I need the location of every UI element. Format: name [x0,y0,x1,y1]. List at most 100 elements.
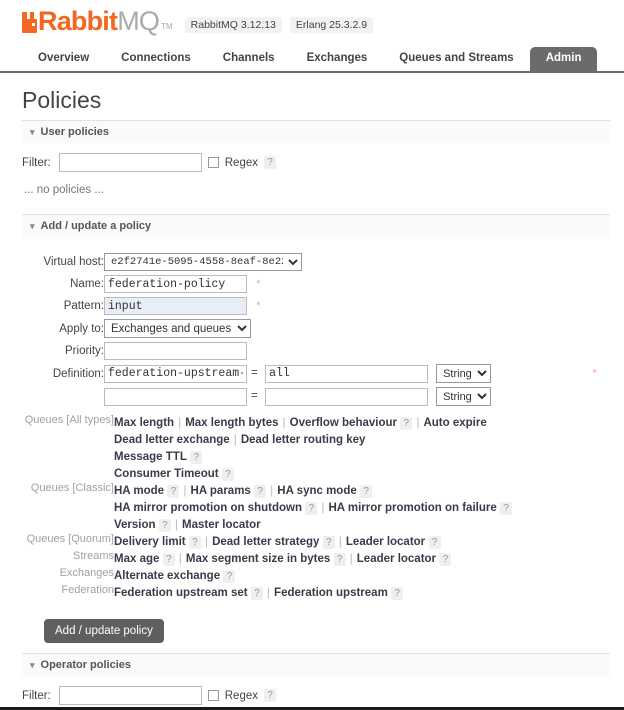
user-policies-filter-input[interactable] [58,153,202,172]
help-icon[interactable]: ? [167,485,180,498]
shortcut-link[interactable]: Max length [114,417,174,429]
help-icon[interactable]: ? [305,502,318,515]
form-row-vhost: Virtual host: e2f2741e-5095-4558-8eaf-8e… [22,251,597,273]
logo-text-secondary: MQ [117,6,160,36]
apply-to-select[interactable]: Exchanges and queues [104,319,251,338]
shortcut-separator: | [321,500,325,514]
help-icon[interactable]: ? [190,451,203,464]
logo-trademark: TM [161,22,173,31]
help-icon[interactable]: ? [439,553,452,566]
main-navigation: Overview Connections Channels Exchanges … [0,47,624,73]
shortcut-link[interactable]: HA mirror promotion on shutdown [114,502,302,514]
shortcut-group-row: Exchanges Alternate exchange ? [22,567,512,584]
help-icon[interactable]: ? [221,468,234,481]
help-icon[interactable]: ? [254,485,267,498]
shortcut-link[interactable]: Max segment size in bytes [186,553,330,565]
name-label: Name: [70,278,104,290]
help-icon[interactable]: ? [158,519,171,532]
required-marker: * [592,367,597,380]
shortcut-link[interactable]: HA params [191,485,251,497]
tab-exchanges[interactable]: Exchanges [291,47,384,71]
shortcut-group-links: Max length | Max length bytes | Overflow beh… [114,414,512,482]
shortcut-line: HA mirror promotion on shutdown ? | HA mir… [114,499,513,516]
shortcut-link[interactable]: Dead letter exchange [114,434,230,446]
chevron-down-icon: ▾ [30,659,35,670]
help-icon[interactable]: ? [188,536,201,549]
shortcut-link[interactable]: Dead letter strategy [212,536,319,548]
shortcut-link[interactable]: HA sync mode [277,485,356,497]
tab-connections[interactable]: Connections [105,47,207,71]
user-policies-empty-text: ... no policies ... [24,184,104,196]
logo-text-primary: Rabbit [38,6,118,36]
user-policies-regex-checkbox[interactable] [207,157,219,168]
shortcut-group-label: Federation [61,584,114,596]
shortcut-group-row: Streams Max age ? | Max segment size in byt… [22,550,512,567]
shortcut-line: Message TTL ? [114,448,512,465]
shortcut-link[interactable]: Alternate exchange [114,570,220,582]
definition-type-select-1[interactable]: String [436,364,492,383]
shortcut-link[interactable]: Max age [114,553,159,565]
virtual-host-select[interactable]: e2f2741e-5095-4558-8eaf-8e22926e5146 [104,253,302,271]
help-icon[interactable]: ? [322,536,335,549]
help-icon[interactable]: ? [223,570,236,583]
shortcut-link[interactable]: Message TTL [114,451,187,463]
shortcut-link[interactable]: Overflow behaviour [290,417,397,429]
tab-overview[interactable]: Overview [22,47,105,71]
add-policy-form: Virtual host: e2f2741e-5095-4558-8eaf-8e… [22,251,597,408]
shortcut-group-row: Queues [Quorum] Delivery limit ? | Dead let… [22,533,512,550]
shortcut-link[interactable]: Federation upstream set [114,587,248,599]
shortcut-link[interactable]: Version [114,519,156,531]
definition-key-input-1[interactable] [104,364,247,383]
shortcut-link[interactable]: Leader locator [357,553,436,565]
tab-channels[interactable]: Channels [207,47,291,71]
help-icon[interactable]: ? [250,587,263,600]
section-header-add-policy[interactable]: ▾ Add / update a policy [22,214,610,237]
definition-value-input-1[interactable] [265,364,429,383]
shortcut-link[interactable]: Leader locator [346,536,425,548]
help-icon[interactable]: ? [333,553,346,566]
definition-value-input-2[interactable] [265,387,429,406]
help-icon[interactable]: ? [391,587,404,600]
shortcut-group-row: Queues [Classic] HA mode ? | HA params ? | HA… [22,482,513,533]
section-label-user-policies: User policies [40,126,110,138]
policy-name-input[interactable] [104,275,247,293]
shortcut-separator: | [204,534,209,548]
tab-queues-and-streams[interactable]: Queues and Streams [383,47,529,71]
shortcut-link[interactable]: HA mirror promotion on failure [329,502,497,514]
help-icon[interactable]: ? [400,417,413,430]
help-icon[interactable]: ? [428,536,441,549]
help-icon[interactable]: ? [360,485,373,498]
shortcut-link[interactable]: Master locator [182,519,261,531]
shortcut-link[interactable]: Delivery limit [114,536,186,548]
shortcut-group-row: Federation Federation upstream set ? | Fede… [22,584,512,601]
section-header-user-policies[interactable]: ▾ User policies [22,120,610,143]
shortcut-link[interactable]: Consumer Timeout [114,468,219,480]
shortcut-link[interactable]: Dead letter routing key [241,434,366,446]
shortcut-group-links: HA mode ? | HA params ? | HA sync mode ? HA m… [114,482,513,533]
help-icon[interactable]: ? [500,502,513,515]
rabbitmq-logo[interactable]: Rabbit MQ TM [22,8,173,35]
tab-admin[interactable]: Admin [529,47,598,71]
definition-key-input-2[interactable] [104,387,247,406]
shortcut-link[interactable]: Max length bytes [185,417,278,429]
shortcut-line: HA mode ? | HA params ? | HA sync mode ? [114,482,512,499]
shortcut-link[interactable]: Federation upstream [274,587,388,599]
section-header-operator-policies[interactable]: ▾ Operator policies [22,653,610,676]
policy-pattern-input[interactable] [104,297,247,315]
shortcut-separator: | [183,483,187,497]
section-label-add-policy: Add / update a policy [40,220,152,232]
help-icon[interactable]: ? [264,156,276,169]
help-icon[interactable]: ? [162,553,175,566]
shortcut-group-row: Queues [All types] Max length | Max length … [22,414,512,482]
shortcut-separator: | [282,415,286,429]
shortcut-link[interactable]: HA mode [114,485,164,497]
user-policies-filter-row: Filter: Regex ? [22,153,610,172]
operator-policies-filter-input[interactable] [58,686,202,705]
add-update-policy-button[interactable]: Add / update policy [44,619,164,643]
help-icon[interactable]: ? [264,689,276,702]
shortcut-link[interactable]: Auto expire [423,417,486,429]
policy-priority-input[interactable] [104,342,247,360]
definition-type-select-2[interactable]: String [436,387,492,406]
operator-policies-regex-checkbox[interactable] [207,690,219,701]
shortcut-group-links: Federation upstream set ? | Federation ups… [114,584,512,601]
